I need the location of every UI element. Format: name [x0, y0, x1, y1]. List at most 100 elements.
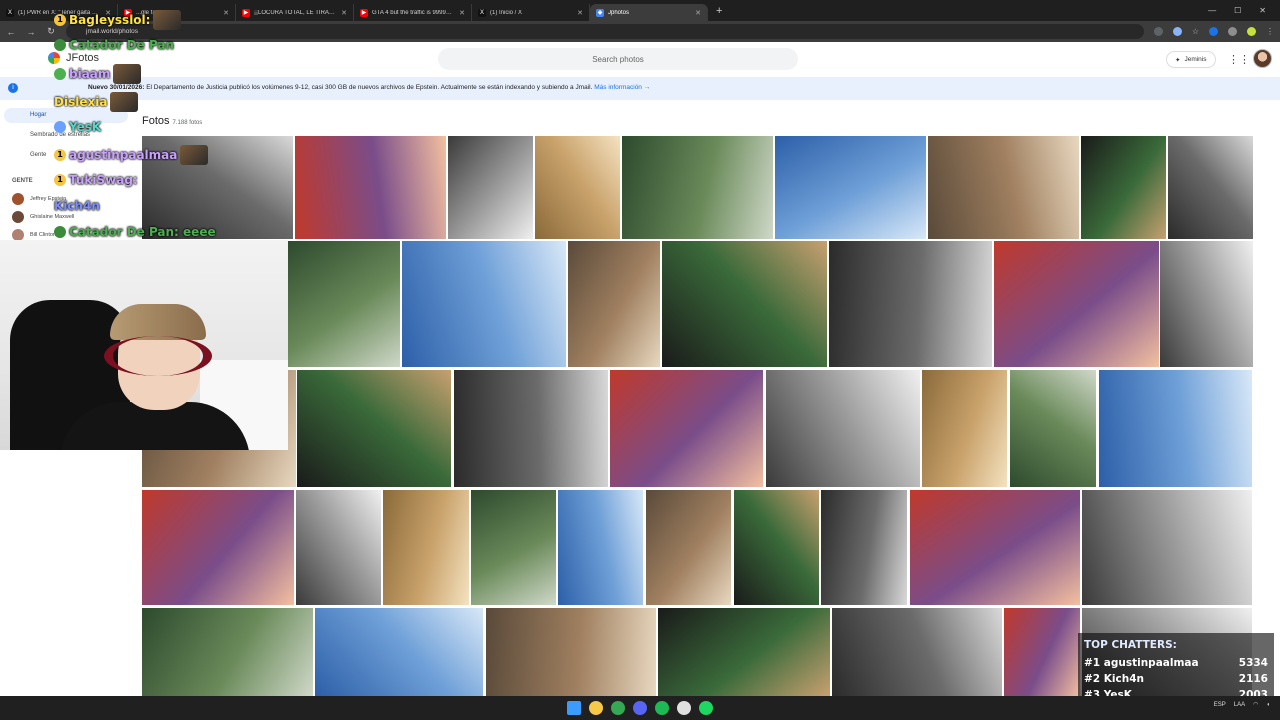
photo-thumbnail[interactable]	[486, 608, 656, 696]
photo-thumbnail[interactable]	[1160, 241, 1253, 367]
new-tab-button[interactable]: +	[708, 5, 730, 17]
photo-thumbnail[interactable]	[1099, 370, 1252, 487]
photo-thumbnail[interactable]	[297, 370, 451, 487]
close-window-icon[interactable]: ✕	[1259, 6, 1266, 15]
close-tab-icon[interactable]: ✕	[577, 9, 583, 17]
photo-thumbnail[interactable]	[142, 608, 313, 696]
photo-thumbnail[interactable]	[558, 490, 643, 605]
photo-thumbnail[interactable]	[662, 241, 827, 367]
discord-icon[interactable]	[633, 701, 647, 715]
chat-message: 1 Bagleysslol:	[54, 10, 182, 30]
banner-more-link[interactable]: Más información →	[594, 84, 650, 91]
chatter-count: 5334	[1238, 657, 1268, 669]
photo-thumbnail[interactable]	[288, 241, 400, 367]
menu-icon[interactable]: ⋮	[1266, 27, 1274, 36]
extension-icon[interactable]	[1209, 27, 1218, 36]
browser-tab[interactable]: ▶ ¡¡LOCURA TOTAL, LE TIRARON... ✕	[236, 4, 354, 21]
photo-thumbnail[interactable]	[910, 490, 1080, 605]
browser-tab[interactable]: ▶ GTA 4 but the traffic is 9999999... ✕	[354, 4, 472, 21]
photo-thumbnail[interactable]	[315, 608, 483, 696]
photo-thumbnail[interactable]	[1004, 608, 1080, 696]
search-input[interactable]: Search photos	[438, 48, 798, 70]
chat-badge-icon: 1	[54, 174, 66, 186]
photo-thumbnail[interactable]	[821, 490, 907, 605]
photo-thumbnail[interactable]	[646, 490, 731, 605]
page-title: Fotos 7.188 fotos	[142, 115, 202, 127]
wifi-icon[interactable]: ◠	[1253, 701, 1258, 708]
tab-favicon-icon: X	[6, 8, 14, 17]
maximize-icon[interactable]: ☐	[1234, 6, 1241, 15]
spotify-icon[interactable]	[655, 701, 669, 715]
photo-thumbnail[interactable]	[775, 136, 926, 239]
photo-thumbnail[interactable]	[994, 241, 1159, 367]
photo-thumbnail[interactable]	[1082, 490, 1252, 605]
chatter-row: #2 Kich4n 2116	[1084, 671, 1268, 687]
chatter-count: 2116	[1238, 673, 1268, 685]
close-tab-icon[interactable]: ✕	[695, 9, 701, 17]
tab-title: (1) Inicio / X	[490, 9, 523, 16]
chat-username: Kich4n	[54, 199, 100, 213]
jfotos-logo-icon	[48, 52, 60, 64]
chat-emote-icon	[153, 10, 182, 30]
photo-thumbnail[interactable]	[658, 608, 830, 696]
star-icon[interactable]: ☆	[1192, 27, 1199, 36]
back-icon[interactable]: ←	[6, 27, 16, 37]
banner-lead: Nuevo 30/01/2026:	[88, 84, 145, 91]
close-tab-icon[interactable]: ✕	[341, 9, 347, 17]
close-tab-icon[interactable]: ✕	[459, 9, 465, 17]
photo-thumbnail[interactable]	[454, 370, 608, 487]
photo-thumbnail[interactable]	[928, 136, 1079, 239]
photo-thumbnail[interactable]	[471, 490, 556, 605]
photo-thumbnail[interactable]	[295, 136, 446, 239]
chat-emote-icon	[180, 145, 209, 165]
minimize-icon[interactable]: —	[1208, 6, 1216, 15]
forward-icon[interactable]: →	[26, 27, 36, 37]
app-logo[interactable]: JFotos	[48, 52, 99, 64]
photo-thumbnail[interactable]	[142, 490, 294, 605]
profile-icon[interactable]	[1247, 27, 1256, 36]
photo-thumbnail[interactable]	[568, 241, 660, 367]
photo-thumbnail[interactable]	[622, 136, 773, 239]
chat-message: Catador De Pan	[54, 38, 174, 52]
photo-thumbnail[interactable]	[535, 136, 620, 239]
obs-icon[interactable]	[677, 701, 691, 715]
explorer-icon[interactable]	[589, 701, 603, 715]
photo-thumbnail[interactable]	[734, 490, 819, 605]
photo-thumbnail[interactable]	[383, 490, 469, 605]
photo-thumbnail[interactable]	[296, 490, 381, 605]
photo-thumbnail[interactable]	[832, 608, 1002, 696]
chrome-icon[interactable]	[611, 701, 625, 715]
chatter-rank: #2	[1084, 673, 1101, 685]
photo-thumbnail[interactable]	[1081, 136, 1166, 239]
download-icon[interactable]	[1228, 27, 1237, 36]
chat-message: YesK	[54, 120, 101, 134]
jeminis-button[interactable]: ✦ Jeminis	[1166, 51, 1216, 68]
photo-thumbnail[interactable]	[448, 136, 533, 239]
photo-thumbnail[interactable]	[766, 370, 920, 487]
extension-icon[interactable]	[1172, 27, 1182, 36]
url-field[interactable]: jmail.world/photos	[66, 24, 1144, 39]
browser-tab[interactable]: X (1) Inicio / X ✕	[472, 4, 590, 21]
photo-thumbnail[interactable]	[610, 370, 763, 487]
photo-thumbnail[interactable]	[402, 241, 566, 367]
user-avatar[interactable]	[1253, 49, 1272, 68]
close-tab-icon[interactable]: ✕	[223, 9, 229, 17]
chat-badge-icon	[54, 226, 66, 238]
volume-icon[interactable]: ◖	[1266, 702, 1270, 708]
chat-username: Bagleysslol:	[69, 13, 151, 27]
photo-thumbnail[interactable]	[1010, 370, 1096, 487]
photos-title: Fotos	[142, 115, 170, 127]
chat-badge-icon	[54, 39, 66, 51]
translate-icon[interactable]	[1153, 27, 1163, 36]
windows-icon[interactable]	[567, 701, 581, 715]
tray-lang[interactable]: ESP	[1214, 702, 1226, 708]
chat-username: Catador De Pan: eeee	[69, 225, 216, 239]
person-name: Bill Clinton	[30, 232, 56, 238]
photo-thumbnail[interactable]	[829, 241, 992, 367]
photo-thumbnail[interactable]	[1168, 136, 1253, 239]
app-icon[interactable]	[699, 701, 713, 715]
browser-tab[interactable]: ◆ Jphotos ✕	[590, 4, 708, 21]
browser-tab-bar: + — ☐ ✕ X (1) PWR en X: "Tener gaita de..…	[0, 0, 1280, 21]
chat-badge-icon	[54, 121, 66, 133]
photo-thumbnail[interactable]	[922, 370, 1007, 487]
